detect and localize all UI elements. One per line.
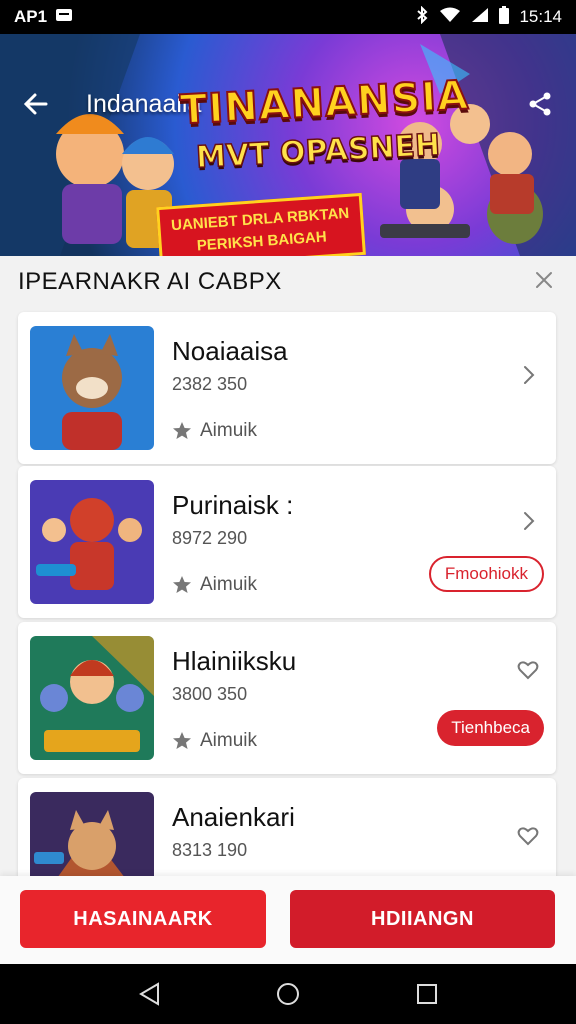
primary-right-button[interactable]: HDIIANGN bbox=[290, 890, 555, 948]
open-item-button[interactable] bbox=[516, 362, 542, 388]
list-item[interactable]: Purinaisk : 8972 290 Aimuik Fmoohiokk bbox=[18, 466, 556, 618]
item-rating: Aimuik bbox=[172, 730, 257, 752]
star-icon bbox=[173, 422, 191, 439]
system-back-button[interactable] bbox=[134, 979, 164, 1009]
item-meta: 2382 350 bbox=[172, 374, 248, 394]
filled-action-button[interactable]: Tienhbeca bbox=[437, 710, 544, 746]
game-thumbnail bbox=[30, 326, 154, 450]
rating-label: Aimuik bbox=[200, 420, 258, 441]
item-meta: 3800 350 bbox=[172, 684, 248, 704]
square-recents-icon bbox=[416, 984, 437, 1004]
star-icon bbox=[173, 576, 191, 593]
item-title: Hlainiiksku bbox=[172, 646, 297, 676]
rating-label: Aimuik bbox=[200, 730, 258, 751]
item-title: Noaiaaisa bbox=[172, 336, 288, 366]
sheet-title: IPEARNAKR AI CABPX bbox=[18, 268, 282, 295]
list-item[interactable]: Noaiaaisa 2382 350 Aimuik bbox=[18, 312, 556, 464]
item-meta: 8972 290 bbox=[172, 528, 248, 548]
bottom-action-bar: HASAINAARK HDIIANGN bbox=[0, 876, 576, 964]
open-item-button[interactable] bbox=[516, 508, 542, 534]
circle-home-icon bbox=[276, 983, 299, 1005]
system-recents-button[interactable] bbox=[412, 979, 442, 1009]
item-meta: 8313 190 bbox=[172, 840, 248, 860]
game-thumbnail bbox=[30, 480, 154, 604]
item-rating: Aimuik bbox=[172, 420, 257, 442]
battery-icon bbox=[499, 5, 510, 29]
wifi-icon bbox=[439, 7, 461, 28]
star-icon bbox=[173, 732, 191, 749]
promo-banner: Indanaaiia TINANANSIA MVT OPASNEH UANIEB… bbox=[0, 34, 576, 256]
outline-action-button[interactable]: Fmoohiokk bbox=[428, 556, 544, 592]
app-screen: AP1 15:14 Indanaaiia TINANANSIA MVT OPAS… bbox=[0, 0, 576, 1024]
triangle-back-icon bbox=[139, 982, 160, 1006]
chevron-right-icon bbox=[524, 512, 535, 530]
favorite-button[interactable] bbox=[516, 658, 542, 684]
item-title: Purinaisk : bbox=[172, 490, 294, 520]
message-icon bbox=[55, 7, 73, 27]
item-rating: Aimuik bbox=[172, 574, 257, 596]
item-title: Anaienkari bbox=[172, 802, 295, 832]
close-button[interactable] bbox=[532, 268, 556, 292]
share-icon bbox=[529, 92, 551, 116]
game-thumbnail bbox=[30, 636, 154, 760]
favorite-button[interactable] bbox=[516, 824, 542, 850]
results-sheet: IPEARNAKR AI CABPX Noaiaaisa 2382 350 Ai… bbox=[0, 256, 576, 918]
primary-left-button[interactable]: HASAINAARK bbox=[20, 890, 266, 948]
heart-icon bbox=[517, 661, 539, 680]
signal-icon bbox=[471, 7, 489, 28]
arrow-left-icon bbox=[23, 93, 48, 115]
status-time: 15:14 bbox=[519, 7, 562, 26]
chevron-right-icon bbox=[524, 366, 535, 384]
back-button[interactable] bbox=[18, 86, 54, 122]
rating-label: Aimuik bbox=[200, 574, 258, 595]
share-button[interactable] bbox=[522, 86, 558, 122]
bluetooth-icon bbox=[415, 5, 429, 29]
close-icon bbox=[536, 272, 552, 288]
heart-icon bbox=[517, 827, 539, 846]
status-left-text: AP1 bbox=[14, 7, 48, 26]
status-bar: AP1 15:14 bbox=[0, 0, 576, 34]
system-nav-bar bbox=[0, 964, 576, 1024]
system-home-button[interactable] bbox=[273, 979, 303, 1009]
list-item[interactable]: Hlainiiksku 3800 350 Aimuik Tienhbeca bbox=[18, 622, 556, 774]
